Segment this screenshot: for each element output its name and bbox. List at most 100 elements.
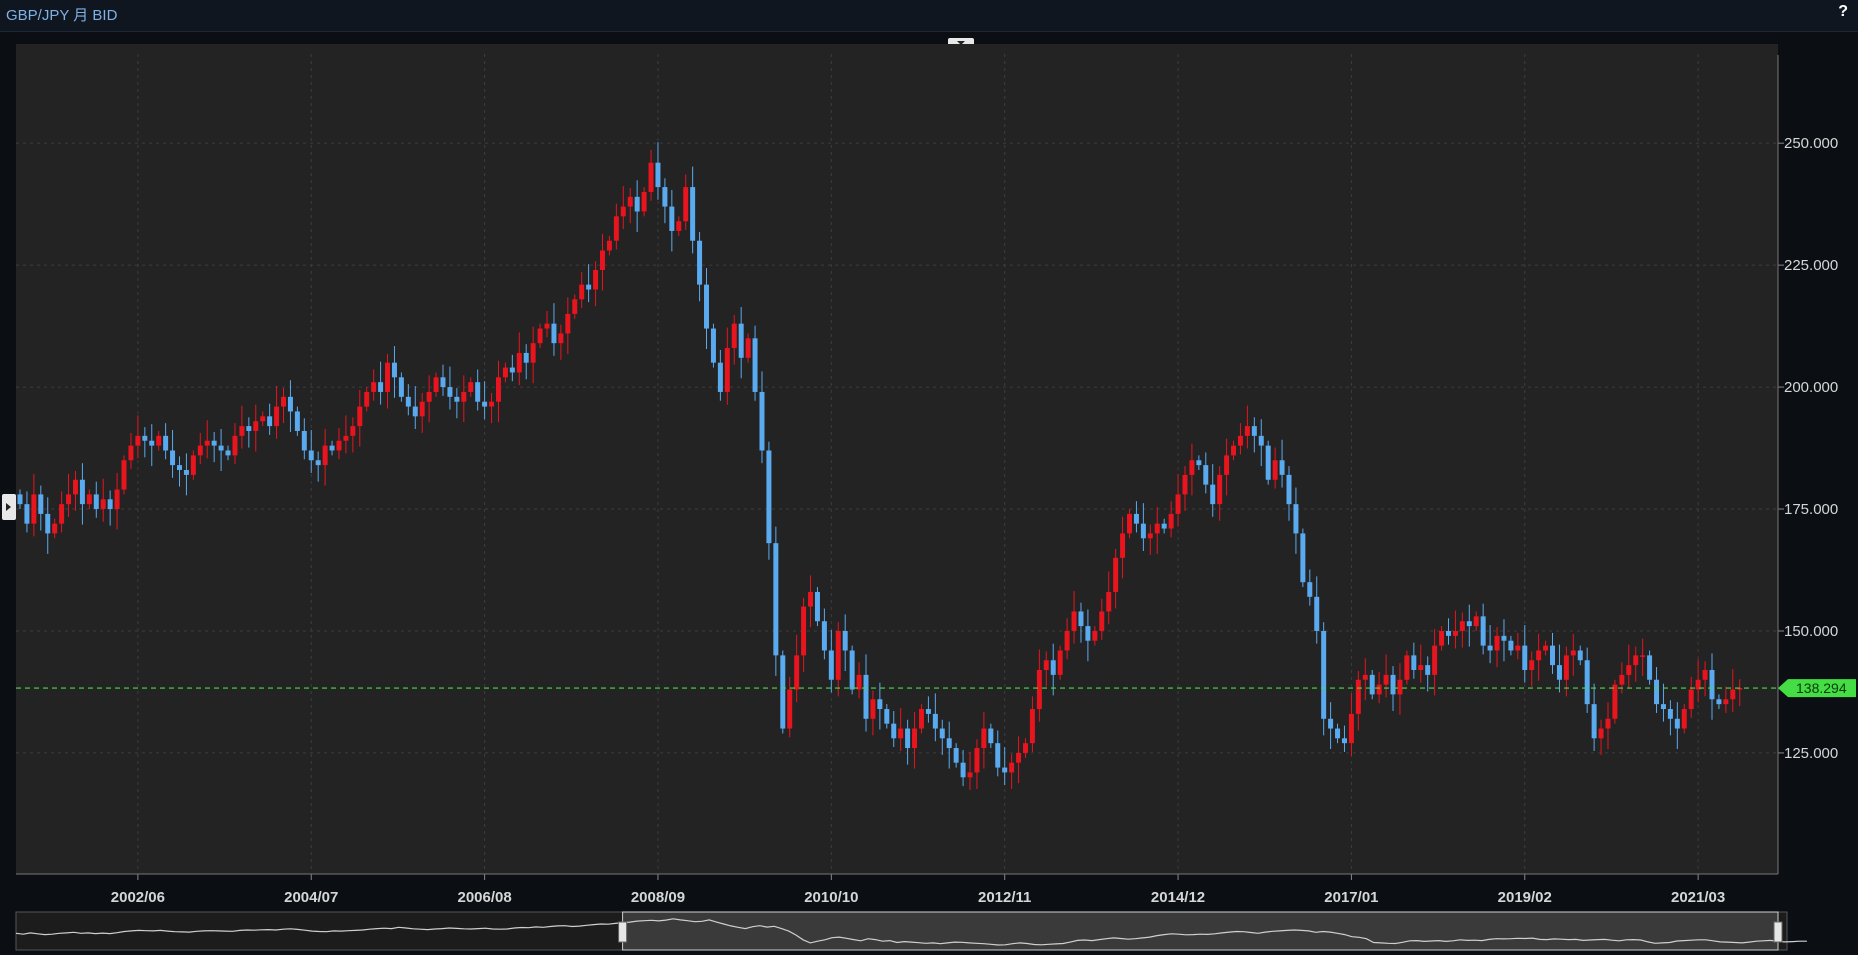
candle-body [156,435,162,446]
candle-body [1681,709,1687,729]
candle-body [1459,621,1465,631]
candle-body [939,728,945,739]
candle-body [100,499,106,510]
candle-body [1029,709,1035,744]
candle-body [433,377,439,392]
candle-body [1591,704,1597,739]
candle [121,455,127,495]
gbpjpy-candlestick-chart[interactable]: 250.000 225.000 200.000 175.000 150.000 125.0… [0,0,1858,955]
candle-body [149,440,155,446]
candle-body [662,187,668,207]
x-tick-label: 2017/01 [1324,889,1378,906]
candle-body [1418,665,1424,670]
candle-body [925,709,931,714]
candle-body [128,445,134,461]
candle-body [1231,445,1237,456]
candle-body [1619,674,1625,685]
candle-body [738,323,744,358]
candle-body [1605,718,1611,729]
candle-body [38,494,44,514]
candle [849,645,855,695]
candle-body [66,494,72,505]
candle-body [814,591,820,622]
candle-body [1660,704,1666,710]
candle-body [981,728,987,749]
candle-body [1425,665,1431,675]
candle-body [1258,435,1264,446]
candle-body [759,391,765,451]
candle-body [1577,650,1583,661]
candle-body [1362,674,1368,680]
candle-body [516,352,522,373]
candle-body [1286,474,1292,505]
navigator-handle-right[interactable] [1773,921,1783,943]
candle-body [1626,665,1632,675]
candle-body [1120,533,1126,558]
candle-body [86,494,92,505]
candle-body [995,743,1001,768]
candle-body [891,723,897,739]
candle-body [1092,630,1098,641]
candle-body [398,377,404,397]
candle-body [669,206,675,231]
candle-body [912,728,918,749]
candle-body [1002,767,1008,773]
candle-body [343,435,349,441]
candle-body [780,655,786,729]
candle-body [1335,728,1341,739]
candle [773,526,779,676]
candle-body [1321,630,1327,719]
candle-body [593,270,599,290]
candle-body [537,328,543,344]
candle-body [870,699,876,719]
candle-body [1487,645,1493,651]
candle-body [1182,474,1188,495]
candle-body [114,489,120,510]
candle-body [322,445,328,466]
candle-body [412,406,418,417]
candle-body [1224,455,1230,475]
candle-body [1022,743,1028,753]
candle-body [274,406,280,427]
navigator-selection[interactable] [622,911,1779,951]
candle-body [1439,630,1445,646]
range-navigator[interactable] [15,911,1807,951]
candle-body [1203,465,1209,485]
candle-body [1411,655,1417,670]
candle-body [72,479,78,495]
candle-body [1064,630,1070,651]
candle-body [1133,513,1139,524]
candle [814,587,820,627]
candle-body [1127,513,1133,534]
candle [780,650,786,734]
candle [1057,645,1063,680]
navigator-handle-left[interactable] [618,921,628,943]
side-panel-toggle-icon[interactable] [2,494,16,520]
candle-body [1480,616,1486,646]
candle-body [1570,650,1576,656]
candle-body [1369,674,1375,695]
candle-body [1647,655,1653,680]
candle-body [627,196,633,207]
candle-body [1050,660,1056,675]
candle-body [495,377,501,402]
candle-body [1217,474,1223,505]
y-tick-label: 175.000 [1784,501,1838,518]
candle-body [1078,611,1084,627]
x-tick-label: 2006/08 [457,889,511,906]
candle-body [93,494,99,510]
candle [1321,622,1327,736]
candle-body [1633,655,1639,666]
candle-body [378,382,384,392]
y-tick-label: 125.000 [1784,745,1838,762]
candle-body [974,748,980,773]
x-tick-label: 2012/11 [978,889,1031,906]
candle-body [1473,616,1479,627]
candle-body [121,460,127,490]
candle-body [1550,645,1556,666]
candle-body [468,382,474,392]
candle-body [835,630,841,680]
last-price-label: 138.294 [1796,680,1847,696]
candle-body [350,426,356,436]
candle-body [336,440,342,451]
